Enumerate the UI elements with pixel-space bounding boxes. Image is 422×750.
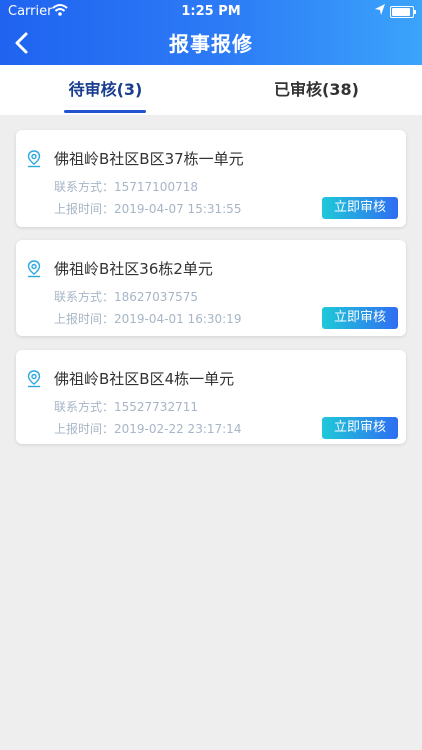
- battery-icon: [390, 6, 416, 18]
- location-pin-icon: [27, 260, 41, 278]
- page-title: 报事报修: [169, 32, 253, 56]
- battery-fill: [392, 8, 410, 16]
- location-pin-icon: [27, 370, 41, 388]
- tab-reviewed[interactable]: 已审核(38): [211, 65, 422, 115]
- item-reported-time: 上报时间：2019-04-07 15:31:55: [54, 202, 242, 216]
- item-address: 佛祖岭B社区B区4栋一单元: [54, 370, 235, 388]
- item-contact: 联系方式：15717100718: [54, 180, 198, 194]
- list-item[interactable]: 佛祖岭B社区B区4栋一单元 联系方式：15527732711 上报时间：2019…: [16, 350, 406, 444]
- tab-pending[interactable]: 待审核(3): [0, 65, 211, 115]
- item-reported-time: 上报时间：2019-02-22 23:17:14: [54, 422, 242, 436]
- item-contact: 联系方式：15527732711: [54, 400, 198, 414]
- status-bar: Carrier 1:25 PM: [0, 0, 422, 22]
- review-now-button[interactable]: 立即审核: [322, 197, 398, 219]
- active-tab-indicator: [64, 110, 146, 113]
- tab-bar: 待审核(3) 已审核(38): [0, 65, 422, 115]
- location-arrow-icon: [375, 4, 385, 15]
- review-now-button[interactable]: 立即审核: [322, 417, 398, 439]
- item-address: 佛祖岭B社区B区37栋一单元: [54, 150, 244, 168]
- list-item[interactable]: 佛祖岭B社区B区37栋一单元 联系方式：15717100718 上报时间：201…: [16, 130, 406, 227]
- tab-pending-label: 待审核(3): [68, 80, 143, 99]
- item-reported-time: 上报时间：2019-04-01 16:30:19: [54, 312, 242, 326]
- item-address: 佛祖岭B社区36栋2单元: [54, 260, 213, 278]
- app-header: Carrier 1:25 PM 报事报修: [0, 0, 422, 65]
- status-time: 1:25 PM: [181, 4, 241, 19]
- tab-reviewed-label: 已审核(38): [274, 80, 359, 99]
- location-pin-icon: [27, 150, 41, 168]
- review-now-button[interactable]: 立即审核: [322, 307, 398, 329]
- item-contact: 联系方式：18627037575: [54, 290, 198, 304]
- list-item[interactable]: 佛祖岭B社区36栋2单元 联系方式：18627037575 上报时间：2019-…: [16, 240, 406, 336]
